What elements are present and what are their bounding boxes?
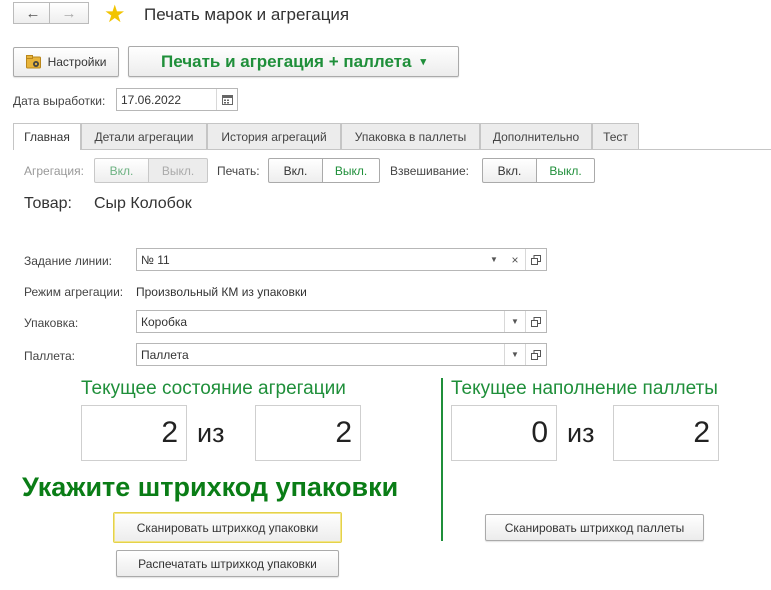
print-aggregation-menu-button[interactable]: Печать и агрегация + паллета ▾: [128, 46, 459, 77]
tab-aggregation-history[interactable]: История агрегаций: [207, 123, 341, 149]
package-field[interactable]: Коробка ▼: [136, 310, 547, 333]
pallet-value: Паллета: [141, 347, 189, 362]
print-toggle-label: Печать:: [217, 164, 260, 178]
aggregation-mode-value: Произвольный КМ из упаковки: [136, 285, 307, 299]
tab-strip-baseline: [13, 149, 771, 150]
line-task-field[interactable]: № 11 ▼ ×: [136, 248, 547, 271]
dropdown-arrow-icon: ▼: [511, 317, 519, 326]
back-button[interactable]: ←: [13, 2, 53, 24]
pallet-current-count: 0: [451, 405, 557, 461]
open-form-icon: [531, 316, 541, 327]
tab-additional[interactable]: Дополнительно: [480, 123, 592, 149]
favorite-star-icon[interactable]: ★: [104, 0, 126, 29]
package-open-button[interactable]: [525, 311, 546, 332]
settings-button[interactable]: Настройки: [13, 47, 119, 77]
back-arrow-icon: ←: [25, 4, 41, 22]
production-date-label: Дата выработки:: [13, 94, 106, 108]
tab-main[interactable]: Главная: [13, 123, 81, 150]
scan-prompt: Укажите штрихкод упаковки: [22, 472, 399, 502]
window-title: Печать марок и агрегация: [144, 5, 350, 24]
print-package-barcode-button[interactable]: Распечатать штрихкод упаковки: [116, 550, 339, 577]
forward-button[interactable]: →: [49, 2, 89, 24]
pallet-open-button[interactable]: [525, 344, 546, 365]
settings-button-label: Настройки: [47, 55, 107, 69]
clear-icon: ×: [511, 252, 519, 267]
production-date-field[interactable]: 17.06.2022: [116, 88, 238, 111]
product-value: Сыр Колобок: [94, 195, 192, 212]
scan-pallet-button[interactable]: Сканировать штрихкод паллеты: [485, 514, 704, 541]
line-task-value: № 11: [141, 252, 170, 267]
aggregation-toggle-label: Агрегация:: [24, 164, 84, 178]
print-off-button[interactable]: Выкл.: [322, 158, 380, 183]
pallet-fill-title: Текущее наполнение паллеты: [451, 378, 718, 399]
aggregation-of-word: из: [197, 418, 225, 448]
line-task-label: Задание линии:: [24, 254, 113, 268]
chevron-down-icon: ▾: [420, 56, 426, 68]
aggregation-mode-label: Режим агрегации:: [24, 285, 124, 299]
aggregation-current-count: 2: [81, 405, 187, 461]
package-value: Коробка: [141, 314, 188, 329]
line-task-clear-button[interactable]: ×: [505, 249, 525, 270]
product-label: Товар:: [24, 195, 72, 212]
line-task-dropdown-button[interactable]: ▼: [484, 249, 504, 270]
aggregation-on-button[interactable]: Вкл.: [94, 158, 149, 183]
scan-package-button[interactable]: Сканировать штрихкод упаковки: [113, 512, 342, 543]
package-dropdown-button[interactable]: ▼: [504, 311, 525, 332]
calendar-icon: [221, 95, 233, 105]
pallet-field[interactable]: Паллета ▼: [136, 343, 547, 366]
line-task-open-button[interactable]: [525, 249, 546, 270]
tab-aggregation-details[interactable]: Детали агрегации: [81, 123, 207, 149]
pallet-of-word: из: [567, 418, 595, 448]
print-menu-label: Печать и агрегация + паллета: [161, 51, 412, 71]
settings-folder-icon: [25, 55, 41, 69]
tab-pallet-packing[interactable]: Упаковка в паллеты: [341, 123, 480, 149]
package-label: Упаковка:: [24, 316, 79, 330]
open-form-icon: [531, 254, 541, 265]
weighing-on-button[interactable]: Вкл.: [482, 158, 537, 183]
print-on-button[interactable]: Вкл.: [268, 158, 323, 183]
pallet-dropdown-button[interactable]: ▼: [504, 344, 525, 365]
pallet-label: Паллета:: [24, 349, 75, 363]
weighing-off-button[interactable]: Выкл.: [536, 158, 595, 183]
open-form-icon: [531, 349, 541, 360]
production-date-value: 17.06.2022: [121, 92, 182, 107]
pallet-total-count: 2: [613, 405, 719, 461]
weighing-toggle-label: Взвешивание:: [390, 164, 470, 178]
dropdown-arrow-icon: ▼: [511, 350, 519, 359]
dropdown-arrow-icon: ▼: [490, 255, 498, 264]
section-divider: [441, 378, 443, 541]
aggregation-off-button[interactable]: Выкл.: [148, 158, 208, 183]
forward-arrow-icon: →: [61, 4, 77, 22]
aggregation-state-title: Текущее состояние агрегации: [81, 378, 346, 399]
tab-test[interactable]: Тест: [592, 123, 639, 149]
aggregation-total-count: 2: [255, 405, 361, 461]
calendar-button[interactable]: [216, 89, 237, 110]
